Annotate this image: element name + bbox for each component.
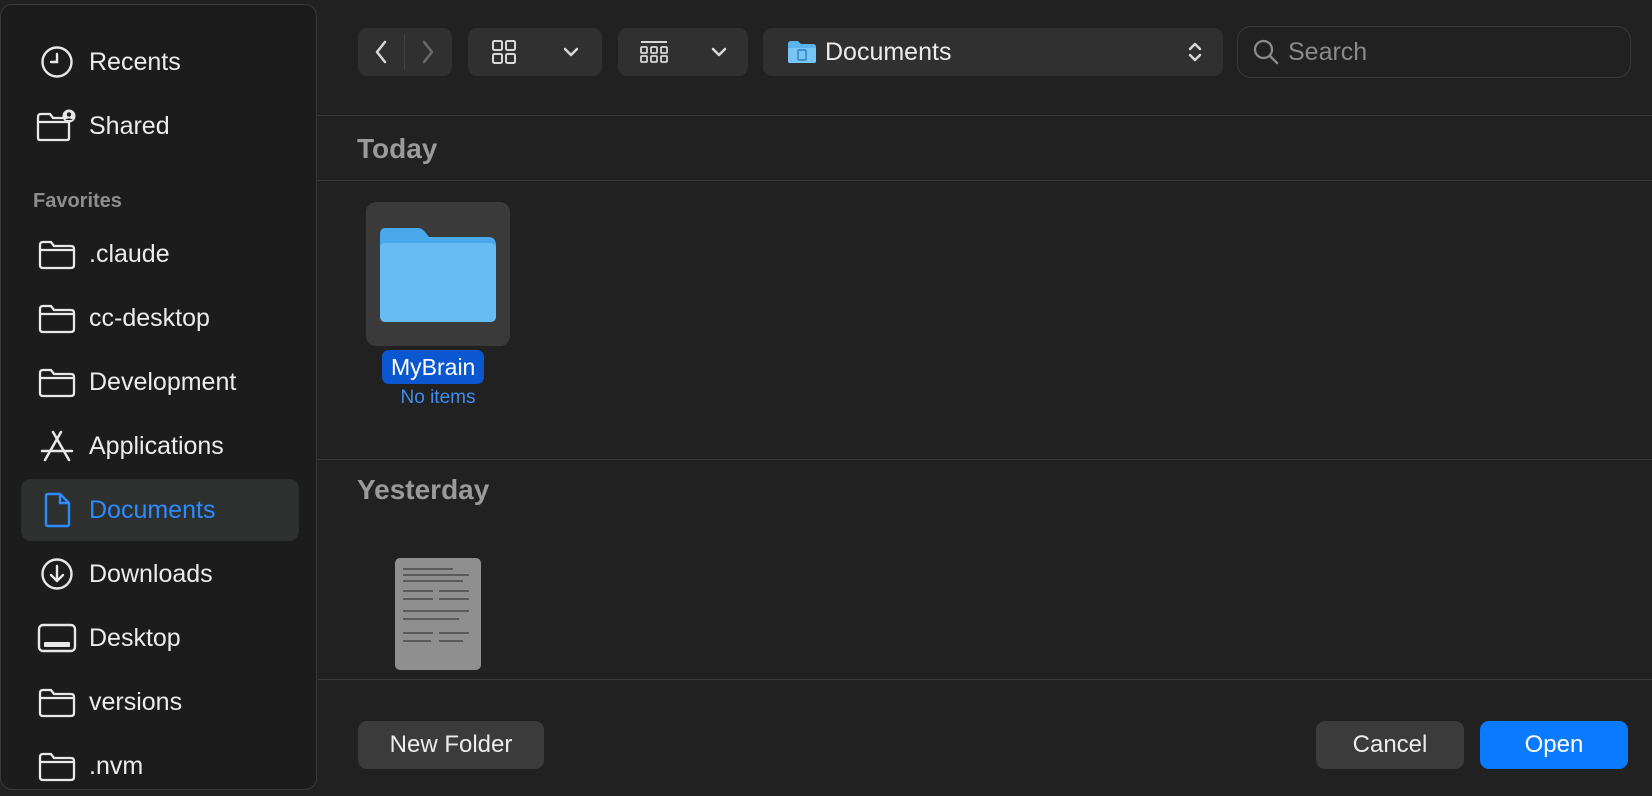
sidebar-item-cc-desktop[interactable]: cc-desktop bbox=[21, 287, 299, 349]
sidebar-item-desktop[interactable]: Desktop bbox=[21, 607, 299, 669]
folder-icon bbox=[35, 744, 79, 788]
sidebar: Recents Shared Favorites .claude cc-desk… bbox=[0, 4, 317, 790]
folder-icon bbox=[35, 232, 79, 276]
sidebar-item-label: Desktop bbox=[89, 623, 181, 652]
shared-folder-icon bbox=[35, 104, 79, 148]
open-button[interactable]: Open bbox=[1480, 721, 1628, 769]
thumbnail-text-line bbox=[403, 640, 431, 642]
divider bbox=[318, 180, 1652, 181]
thumbnail-text-line bbox=[403, 574, 469, 576]
cancel-button[interactable]: Cancel bbox=[1316, 721, 1464, 769]
sidebar-item-label: Downloads bbox=[89, 559, 213, 588]
folder-icon bbox=[35, 296, 79, 340]
thumbnail-text-line bbox=[403, 598, 433, 600]
sidebar-item-label: .nvm bbox=[89, 751, 144, 780]
sidebar-item-label: .claude bbox=[89, 239, 170, 268]
location-popup[interactable]: Documents bbox=[763, 28, 1223, 76]
sidebar-item-label: Applications bbox=[89, 431, 224, 460]
thumbnail-text-line bbox=[439, 632, 469, 634]
sidebar-item-label: Shared bbox=[89, 111, 170, 140]
sidebar-item-label: Development bbox=[89, 367, 237, 396]
sidebar-item-recents[interactable]: Recents bbox=[21, 31, 299, 93]
clock-icon bbox=[35, 40, 79, 84]
chevron-down-icon bbox=[563, 47, 578, 57]
sidebar-item-label: cc-desktop bbox=[89, 303, 210, 332]
desktop-icon bbox=[35, 616, 79, 660]
sidebar-item-claude[interactable]: .claude bbox=[21, 223, 299, 285]
sidebar-item-downloads[interactable]: Downloads bbox=[21, 543, 299, 605]
group-title-yesterday: Yesterday bbox=[357, 474, 490, 505]
sidebar-item-shared[interactable]: Shared bbox=[21, 95, 299, 157]
thumbnail-text-line bbox=[403, 568, 453, 570]
thumbnail-text-line bbox=[403, 590, 433, 592]
view-mode-button[interactable] bbox=[468, 28, 602, 76]
divider bbox=[318, 115, 1652, 116]
file-subtitle: No items bbox=[400, 387, 476, 408]
nav-buttons bbox=[358, 28, 452, 76]
sidebar-item-applications[interactable]: Applications bbox=[21, 415, 299, 477]
folder-icon bbox=[35, 680, 79, 724]
sidebar-item-documents[interactable]: Documents bbox=[21, 479, 299, 541]
search-input[interactable]: Search bbox=[1288, 38, 1367, 67]
search-field[interactable]: Search bbox=[1237, 26, 1631, 78]
applications-icon bbox=[35, 424, 79, 468]
thumbnail-text-line bbox=[403, 610, 469, 612]
open-file-dialog: Recents Shared Favorites .claude cc-desk… bbox=[0, 0, 1652, 796]
document-thumbnail[interactable] bbox=[395, 558, 481, 670]
chevron-updown-icon bbox=[1188, 42, 1202, 62]
chevron-down-icon bbox=[711, 47, 726, 57]
divider bbox=[318, 459, 1652, 460]
file-name-label[interactable]: MyBrain bbox=[382, 350, 485, 384]
thumbnail-text-line bbox=[439, 590, 469, 592]
sidebar-item-nvm[interactable]: .nvm bbox=[21, 735, 299, 789]
search-icon bbox=[1253, 39, 1279, 65]
sidebar-item-label: versions bbox=[89, 687, 183, 716]
document-icon bbox=[35, 488, 79, 532]
sidebar-item-label: Recents bbox=[89, 47, 181, 76]
sidebar-item-development[interactable]: Development bbox=[21, 351, 299, 413]
sidebar-item-versions[interactable]: versions bbox=[21, 671, 299, 733]
thumbnail-text-line bbox=[439, 598, 469, 600]
folder-icon bbox=[788, 41, 816, 63]
folder-icon bbox=[380, 228, 496, 322]
thumbnail-text-line bbox=[439, 640, 463, 642]
folder-item-mybrain[interactable] bbox=[366, 202, 510, 346]
group-icon bbox=[639, 41, 668, 63]
forward-button[interactable] bbox=[405, 28, 451, 76]
folder-icon bbox=[35, 360, 79, 404]
thumbnail-text-line bbox=[403, 618, 459, 620]
chevron-right-icon bbox=[422, 40, 434, 64]
group-by-button[interactable] bbox=[618, 28, 748, 76]
back-button[interactable] bbox=[358, 28, 404, 76]
new-folder-button[interactable]: New Folder bbox=[358, 721, 544, 769]
thumbnail-text-line bbox=[403, 632, 433, 634]
thumbnail-text-line bbox=[403, 580, 463, 582]
divider bbox=[318, 679, 1652, 680]
chevron-left-icon bbox=[375, 40, 387, 64]
sidebar-section-title: Favorites bbox=[33, 190, 122, 212]
grid-view-icon bbox=[491, 40, 516, 64]
location-label: Documents bbox=[825, 37, 952, 66]
group-title-today: Today bbox=[357, 133, 438, 164]
download-icon bbox=[35, 552, 79, 596]
sidebar-item-label: Documents bbox=[89, 495, 216, 524]
